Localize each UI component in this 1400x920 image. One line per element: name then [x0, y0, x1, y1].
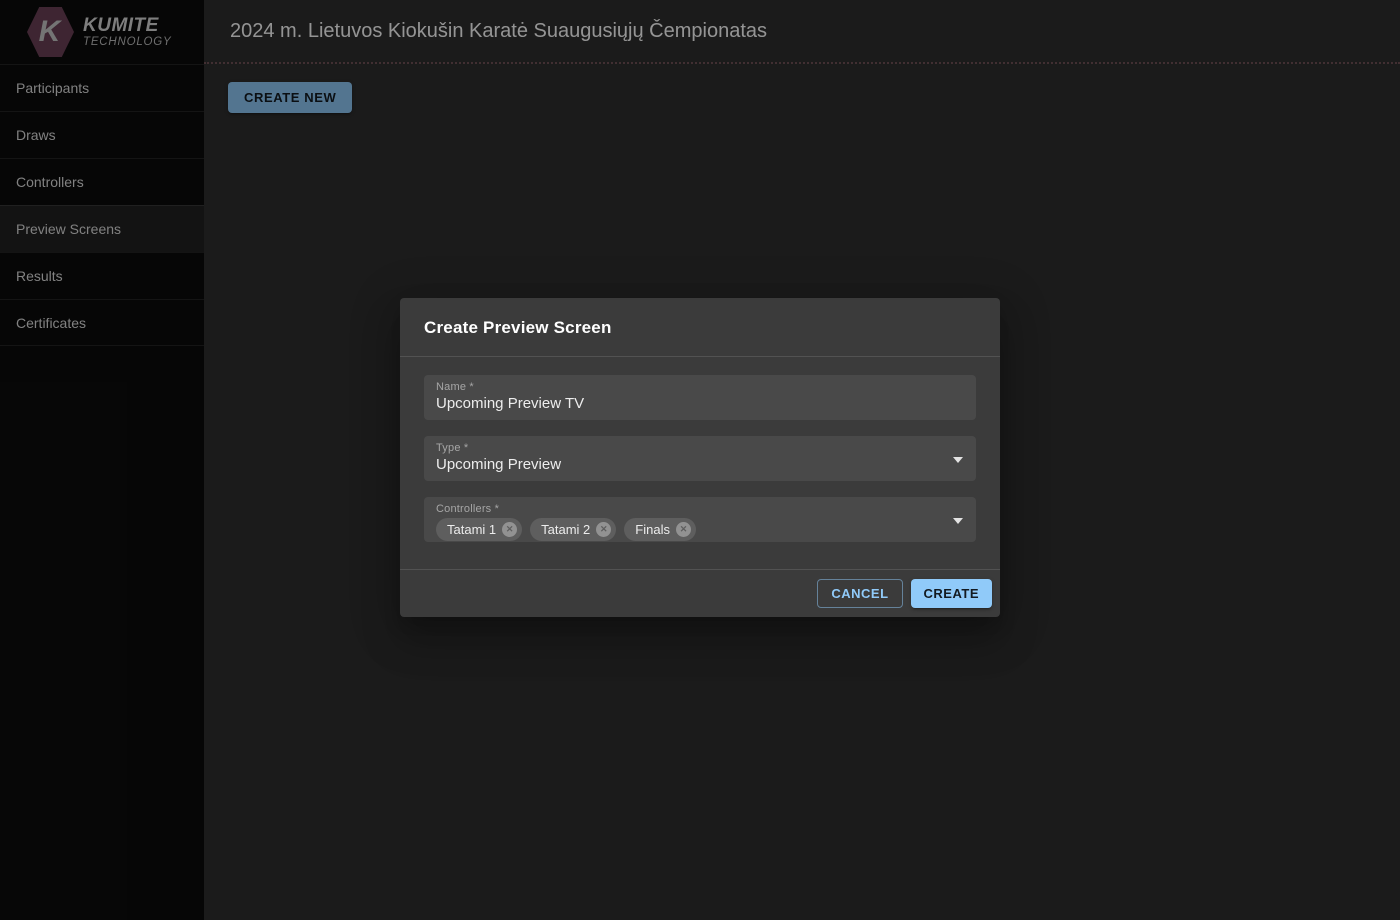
- dialog-title: Create Preview Screen: [424, 318, 976, 338]
- controllers-chips: Tatami 1 Tatami 2 Finals: [436, 518, 964, 541]
- type-select[interactable]: Type * Upcoming Preview: [424, 436, 976, 481]
- chip-label: Finals: [635, 522, 670, 537]
- name-field[interactable]: Name * Upcoming Preview TV: [424, 375, 976, 420]
- name-field-value: Upcoming Preview TV: [436, 395, 964, 412]
- create-button[interactable]: CREATE: [911, 579, 992, 608]
- controllers-label: Controllers *: [436, 503, 964, 515]
- chip-cancel-icon[interactable]: [502, 522, 517, 537]
- cancel-button[interactable]: CANCEL: [817, 579, 902, 608]
- chevron-down-icon: [953, 457, 963, 463]
- chip-label: Tatami 1: [447, 522, 496, 537]
- chip-tatami-2[interactable]: Tatami 2: [530, 518, 616, 541]
- type-select-label: Type *: [436, 442, 964, 454]
- name-field-label: Name *: [436, 381, 964, 393]
- dialog-header: Create Preview Screen: [400, 298, 1000, 357]
- chip-finals[interactable]: Finals: [624, 518, 696, 541]
- chip-cancel-icon[interactable]: [676, 522, 691, 537]
- dialog-footer: CANCEL CREATE: [400, 569, 1000, 617]
- dialog-body: Name * Upcoming Preview TV Type * Upcomi…: [400, 357, 1000, 569]
- chip-cancel-icon[interactable]: [596, 522, 611, 537]
- chip-tatami-1[interactable]: Tatami 1: [436, 518, 522, 541]
- create-preview-screen-dialog: Create Preview Screen Name * Upcoming Pr…: [400, 298, 1000, 617]
- chevron-down-icon: [953, 518, 963, 524]
- controllers-multiselect[interactable]: Controllers * Tatami 1 Tatami 2 Finals: [424, 497, 976, 542]
- type-select-value: Upcoming Preview: [436, 456, 964, 473]
- chip-label: Tatami 2: [541, 522, 590, 537]
